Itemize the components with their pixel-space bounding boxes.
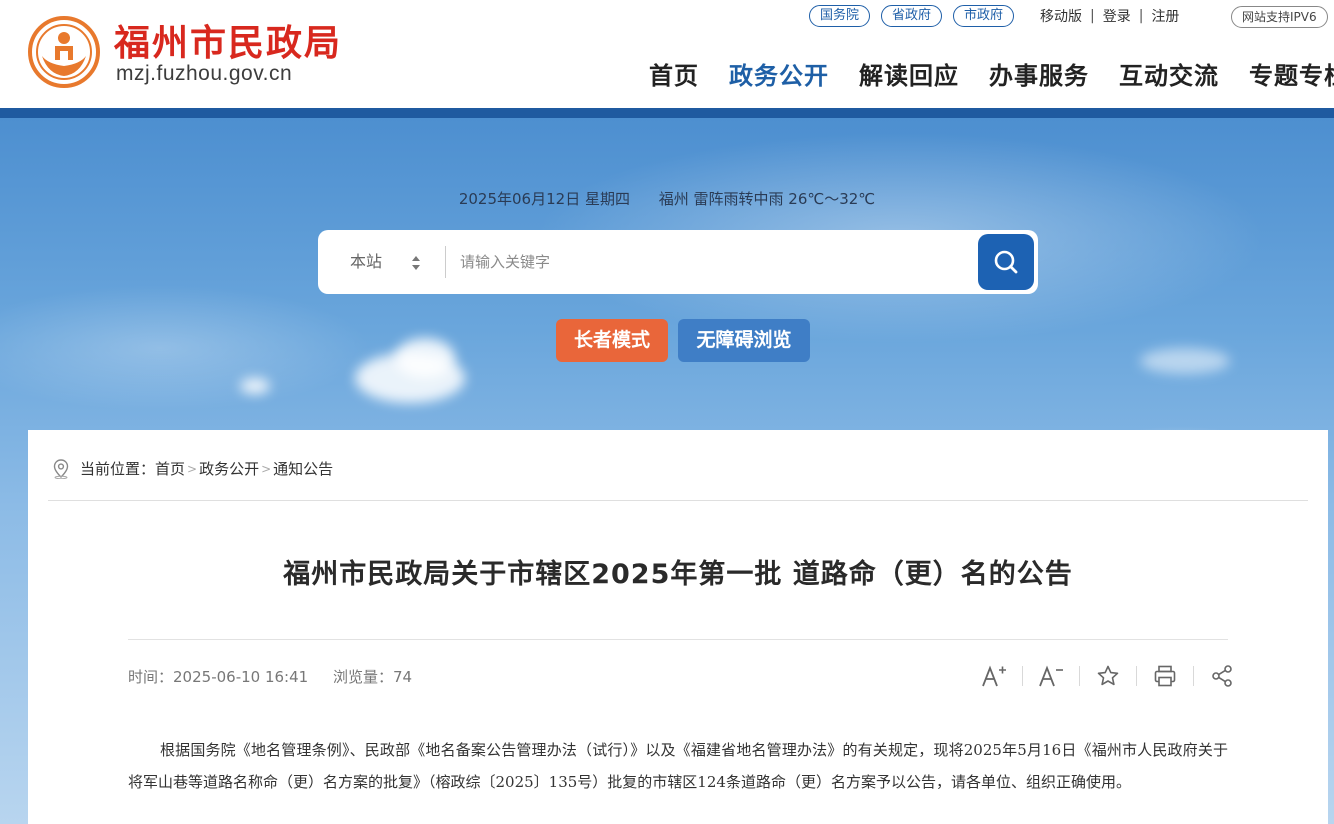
divider bbox=[1022, 666, 1023, 686]
breadcrumb-home[interactable]: 首页 bbox=[155, 458, 185, 479]
nav-services[interactable]: 办事服务 bbox=[989, 56, 1089, 91]
nav-gov-affairs[interactable]: 政务公开 bbox=[729, 56, 829, 91]
breadcrumb-arrow-icon: > bbox=[261, 461, 272, 476]
breadcrumb: 当前位置： 首页 > 政务公开 > 通知公告 bbox=[52, 458, 333, 479]
font-decrease-button[interactable] bbox=[1031, 660, 1071, 692]
login-link[interactable]: 登录 bbox=[1103, 6, 1131, 26]
ipv6-badge: 网站支持IPV6 bbox=[1231, 6, 1328, 28]
divider bbox=[445, 246, 446, 278]
search-scope-select[interactable]: 本站 bbox=[350, 230, 382, 294]
view-count-label: 浏览量： bbox=[332, 668, 393, 686]
divider bbox=[48, 500, 1308, 501]
register-link[interactable]: 注册 bbox=[1151, 6, 1179, 26]
divider bbox=[1136, 666, 1137, 686]
font-increase-icon bbox=[982, 665, 1006, 687]
article-card: 当前位置： 首页 > 政务公开 > 通知公告 福州市民政局关于市辖区2025年第… bbox=[28, 430, 1328, 824]
nav-interpretation[interactable]: 解读回应 bbox=[859, 56, 959, 91]
nav-special-topics[interactable]: 专题专栏 bbox=[1249, 56, 1334, 91]
search-icon bbox=[994, 250, 1018, 274]
accessibility-button[interactable]: 无障碍浏览 bbox=[678, 319, 810, 362]
share-icon bbox=[1212, 665, 1232, 687]
divider bbox=[1193, 666, 1194, 686]
site-title[interactable]: 福州市民政局 bbox=[114, 14, 342, 66]
view-count-value: 74 bbox=[392, 668, 413, 686]
divider bbox=[1079, 666, 1080, 686]
gov-link-state-council[interactable]: 国务院 bbox=[809, 5, 871, 27]
article-tools bbox=[974, 660, 1242, 692]
divider: | bbox=[1090, 8, 1095, 24]
elder-mode-button[interactable]: 长者模式 bbox=[556, 319, 668, 362]
date-weather: 2025年06月12日 星期四 福州 雷阵雨转中雨 26℃～32℃ bbox=[0, 188, 1334, 209]
star-icon bbox=[1097, 665, 1119, 686]
article-title: 福州市民政局关于市辖区2025年第一批 道路命（更）名的公告 bbox=[283, 559, 1073, 590]
util-links: 移动版 | 登录 | 注册 bbox=[1040, 6, 1179, 26]
nav-home[interactable]: 首页 bbox=[649, 56, 699, 91]
cloud-decoration bbox=[240, 378, 270, 394]
search-button[interactable] bbox=[978, 234, 1034, 290]
font-increase-button[interactable] bbox=[974, 660, 1014, 692]
location-pin-icon bbox=[53, 458, 69, 479]
cloud-decoration bbox=[1140, 348, 1230, 374]
civil-affairs-emblem-icon[interactable] bbox=[28, 16, 100, 88]
sort-arrows-icon[interactable] bbox=[410, 254, 422, 272]
site-domain: mzj.fuzhou.gov.cn bbox=[116, 62, 293, 85]
divider: | bbox=[1138, 8, 1144, 24]
site-header: 福州市民政局 mzj.fuzhou.gov.cn 国务院 省政府 市政府 移动版… bbox=[0, 0, 1334, 110]
gov-links: 国务院 省政府 市政府 bbox=[809, 5, 1015, 27]
share-button[interactable] bbox=[1202, 660, 1242, 692]
breadcrumb-notices[interactable]: 通知公告 bbox=[273, 458, 333, 479]
header-divider-bar bbox=[0, 108, 1334, 118]
breadcrumb-arrow-icon: > bbox=[187, 461, 198, 476]
print-button[interactable] bbox=[1145, 660, 1185, 692]
divider bbox=[128, 639, 1228, 640]
print-icon bbox=[1154, 665, 1176, 687]
nav-interaction[interactable]: 互动交流 bbox=[1119, 56, 1219, 91]
publish-time: 时间：2025-06-10 16:41 bbox=[128, 668, 308, 686]
main-nav: 首页 政务公开 解读回应 办事服务 互动交流 专题专栏 bbox=[649, 56, 1334, 91]
publish-time-label: 时间： bbox=[128, 668, 174, 686]
current-date: 2025年06月12日 星期四 bbox=[458, 190, 630, 208]
weather-info: 福州 雷阵雨转中雨 26℃～32℃ bbox=[658, 190, 876, 208]
gov-link-city[interactable]: 市政府 bbox=[953, 5, 1015, 27]
article-body: 根据国务院《地名管理条例》、民政部《地名备案公告管理办法（试行）》以及《福建省地… bbox=[128, 741, 1228, 791]
favorite-button[interactable] bbox=[1088, 660, 1128, 692]
article-meta: 时间：2025-06-10 16:41 浏览量：74 bbox=[128, 666, 432, 687]
publish-time-value: 2025-06-10 16:41 bbox=[173, 668, 309, 686]
font-decrease-icon bbox=[1039, 665, 1063, 687]
search-box: 本站 bbox=[318, 230, 1038, 294]
breadcrumb-prefix: 当前位置： bbox=[80, 460, 156, 478]
gov-link-province[interactable]: 省政府 bbox=[881, 5, 943, 27]
mobile-version-link[interactable]: 移动版 bbox=[1040, 6, 1082, 26]
view-count: 浏览量：74 bbox=[333, 668, 412, 686]
search-input[interactable] bbox=[460, 242, 960, 282]
breadcrumb-gov-affairs[interactable]: 政务公开 bbox=[199, 458, 259, 479]
cloud-decoration bbox=[395, 338, 455, 378]
